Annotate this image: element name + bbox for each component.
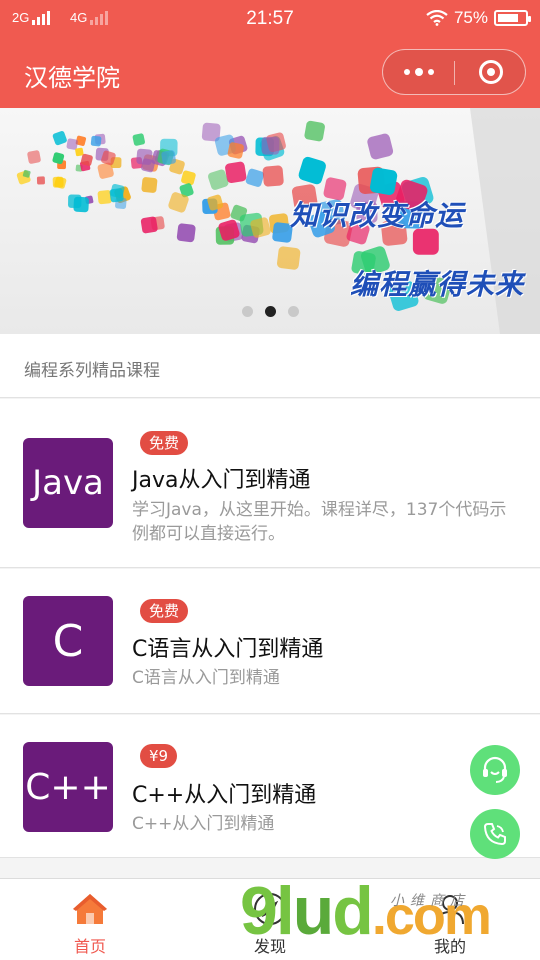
banner-slogan-2: 编程赢得未来 bbox=[350, 268, 525, 301]
section-header: 编程系列精品课程 bbox=[0, 334, 540, 398]
app-tile bbox=[227, 142, 244, 159]
course-thumbnail: C bbox=[23, 596, 113, 686]
close-button[interactable] bbox=[455, 50, 527, 94]
app-tile bbox=[36, 176, 45, 185]
app-tile bbox=[176, 223, 196, 243]
tab-discover[interactable]: 发现 bbox=[180, 879, 360, 960]
customer-service-icon bbox=[483, 756, 507, 783]
app-tile bbox=[245, 168, 265, 187]
course-thumbnail: C++ bbox=[23, 742, 113, 832]
app-tile bbox=[68, 194, 82, 208]
app-tile bbox=[140, 216, 158, 234]
tab-bar: 首页 发现 我的 bbox=[0, 878, 540, 960]
banner-slogan-1: 知识改变命运 bbox=[290, 199, 465, 232]
course-title: C语言从入门到精通 bbox=[132, 637, 324, 662]
app-tile bbox=[132, 133, 145, 146]
carousel-dot[interactable] bbox=[287, 306, 299, 317]
price-tag: 免费 bbox=[140, 599, 189, 623]
course-description: C语言从入门到精通 bbox=[132, 668, 280, 688]
carousel-dots bbox=[0, 306, 540, 317]
tab-mine[interactable]: 我的 bbox=[360, 879, 540, 960]
phone-call-button[interactable] bbox=[470, 809, 520, 859]
battery-icon bbox=[494, 10, 531, 26]
page-title: 汉德学院 bbox=[24, 64, 120, 92]
course-thumbnail: Java bbox=[23, 438, 113, 528]
course-item-cpp[interactable]: C++ ¥9 C++从入门到精通 C++从入门到精通 bbox=[0, 715, 540, 858]
app-tile bbox=[225, 161, 247, 183]
app-tile bbox=[261, 136, 280, 155]
app-tile bbox=[141, 177, 158, 193]
course-description: 学习Java，从这里开始。课程详尽，137个代码示例都可以直接运行。 bbox=[132, 500, 507, 544]
app-tile bbox=[304, 120, 325, 142]
status-bar: 2G 4G 21:57 75% bbox=[0, 0, 540, 38]
price-tag: 免费 bbox=[140, 431, 189, 455]
tab-label: 我的 bbox=[433, 937, 466, 956]
home-icon bbox=[70, 889, 110, 929]
tab-label: 发现 bbox=[253, 937, 286, 956]
customer-service-button[interactable] bbox=[470, 745, 520, 795]
carousel-dot[interactable] bbox=[241, 306, 253, 317]
app-tile bbox=[75, 147, 84, 157]
app-tile bbox=[277, 246, 301, 270]
price-tag: ¥9 bbox=[140, 744, 178, 768]
course-item-java[interactable]: Java 免费 Java从入门到精通 学习Java，从这里开始。课程详尽，137… bbox=[0, 399, 540, 568]
nav-bar: 汉德学院 bbox=[0, 38, 540, 108]
wifi-icon bbox=[426, 10, 448, 26]
app-tile bbox=[27, 150, 41, 164]
carousel-dot[interactable] bbox=[264, 306, 276, 317]
app-tile bbox=[52, 131, 67, 146]
course-description: C++从入门到精通 bbox=[132, 814, 275, 834]
user-icon bbox=[430, 889, 470, 929]
tab-home[interactable]: 首页 bbox=[0, 879, 180, 960]
compass-icon bbox=[250, 889, 290, 929]
app-tile bbox=[369, 167, 398, 196]
course-title: Java从入门到精通 bbox=[132, 468, 311, 493]
tab-label: 首页 bbox=[73, 937, 106, 956]
banner-carousel[interactable]: 知识改变命运 编程赢得未来 bbox=[0, 108, 540, 334]
more-button[interactable] bbox=[383, 50, 455, 94]
app-tile bbox=[262, 165, 284, 187]
app-tile bbox=[66, 138, 78, 150]
target-icon bbox=[479, 60, 503, 84]
miniprogram-capsule bbox=[382, 49, 526, 95]
phone-icon bbox=[483, 823, 506, 846]
course-item-c[interactable]: C 免费 C语言从入门到精通 C语言从入门到精通 bbox=[0, 569, 540, 714]
course-title: C++从入门到精通 bbox=[132, 783, 317, 808]
app-tile bbox=[298, 156, 326, 185]
section-title: 编程系列精品课程 bbox=[24, 361, 160, 381]
app-tile bbox=[109, 188, 124, 203]
app-tile bbox=[161, 150, 176, 165]
app-tile bbox=[367, 133, 394, 160]
battery-percent: 75% bbox=[453, 8, 488, 27]
app-tile bbox=[90, 135, 102, 147]
